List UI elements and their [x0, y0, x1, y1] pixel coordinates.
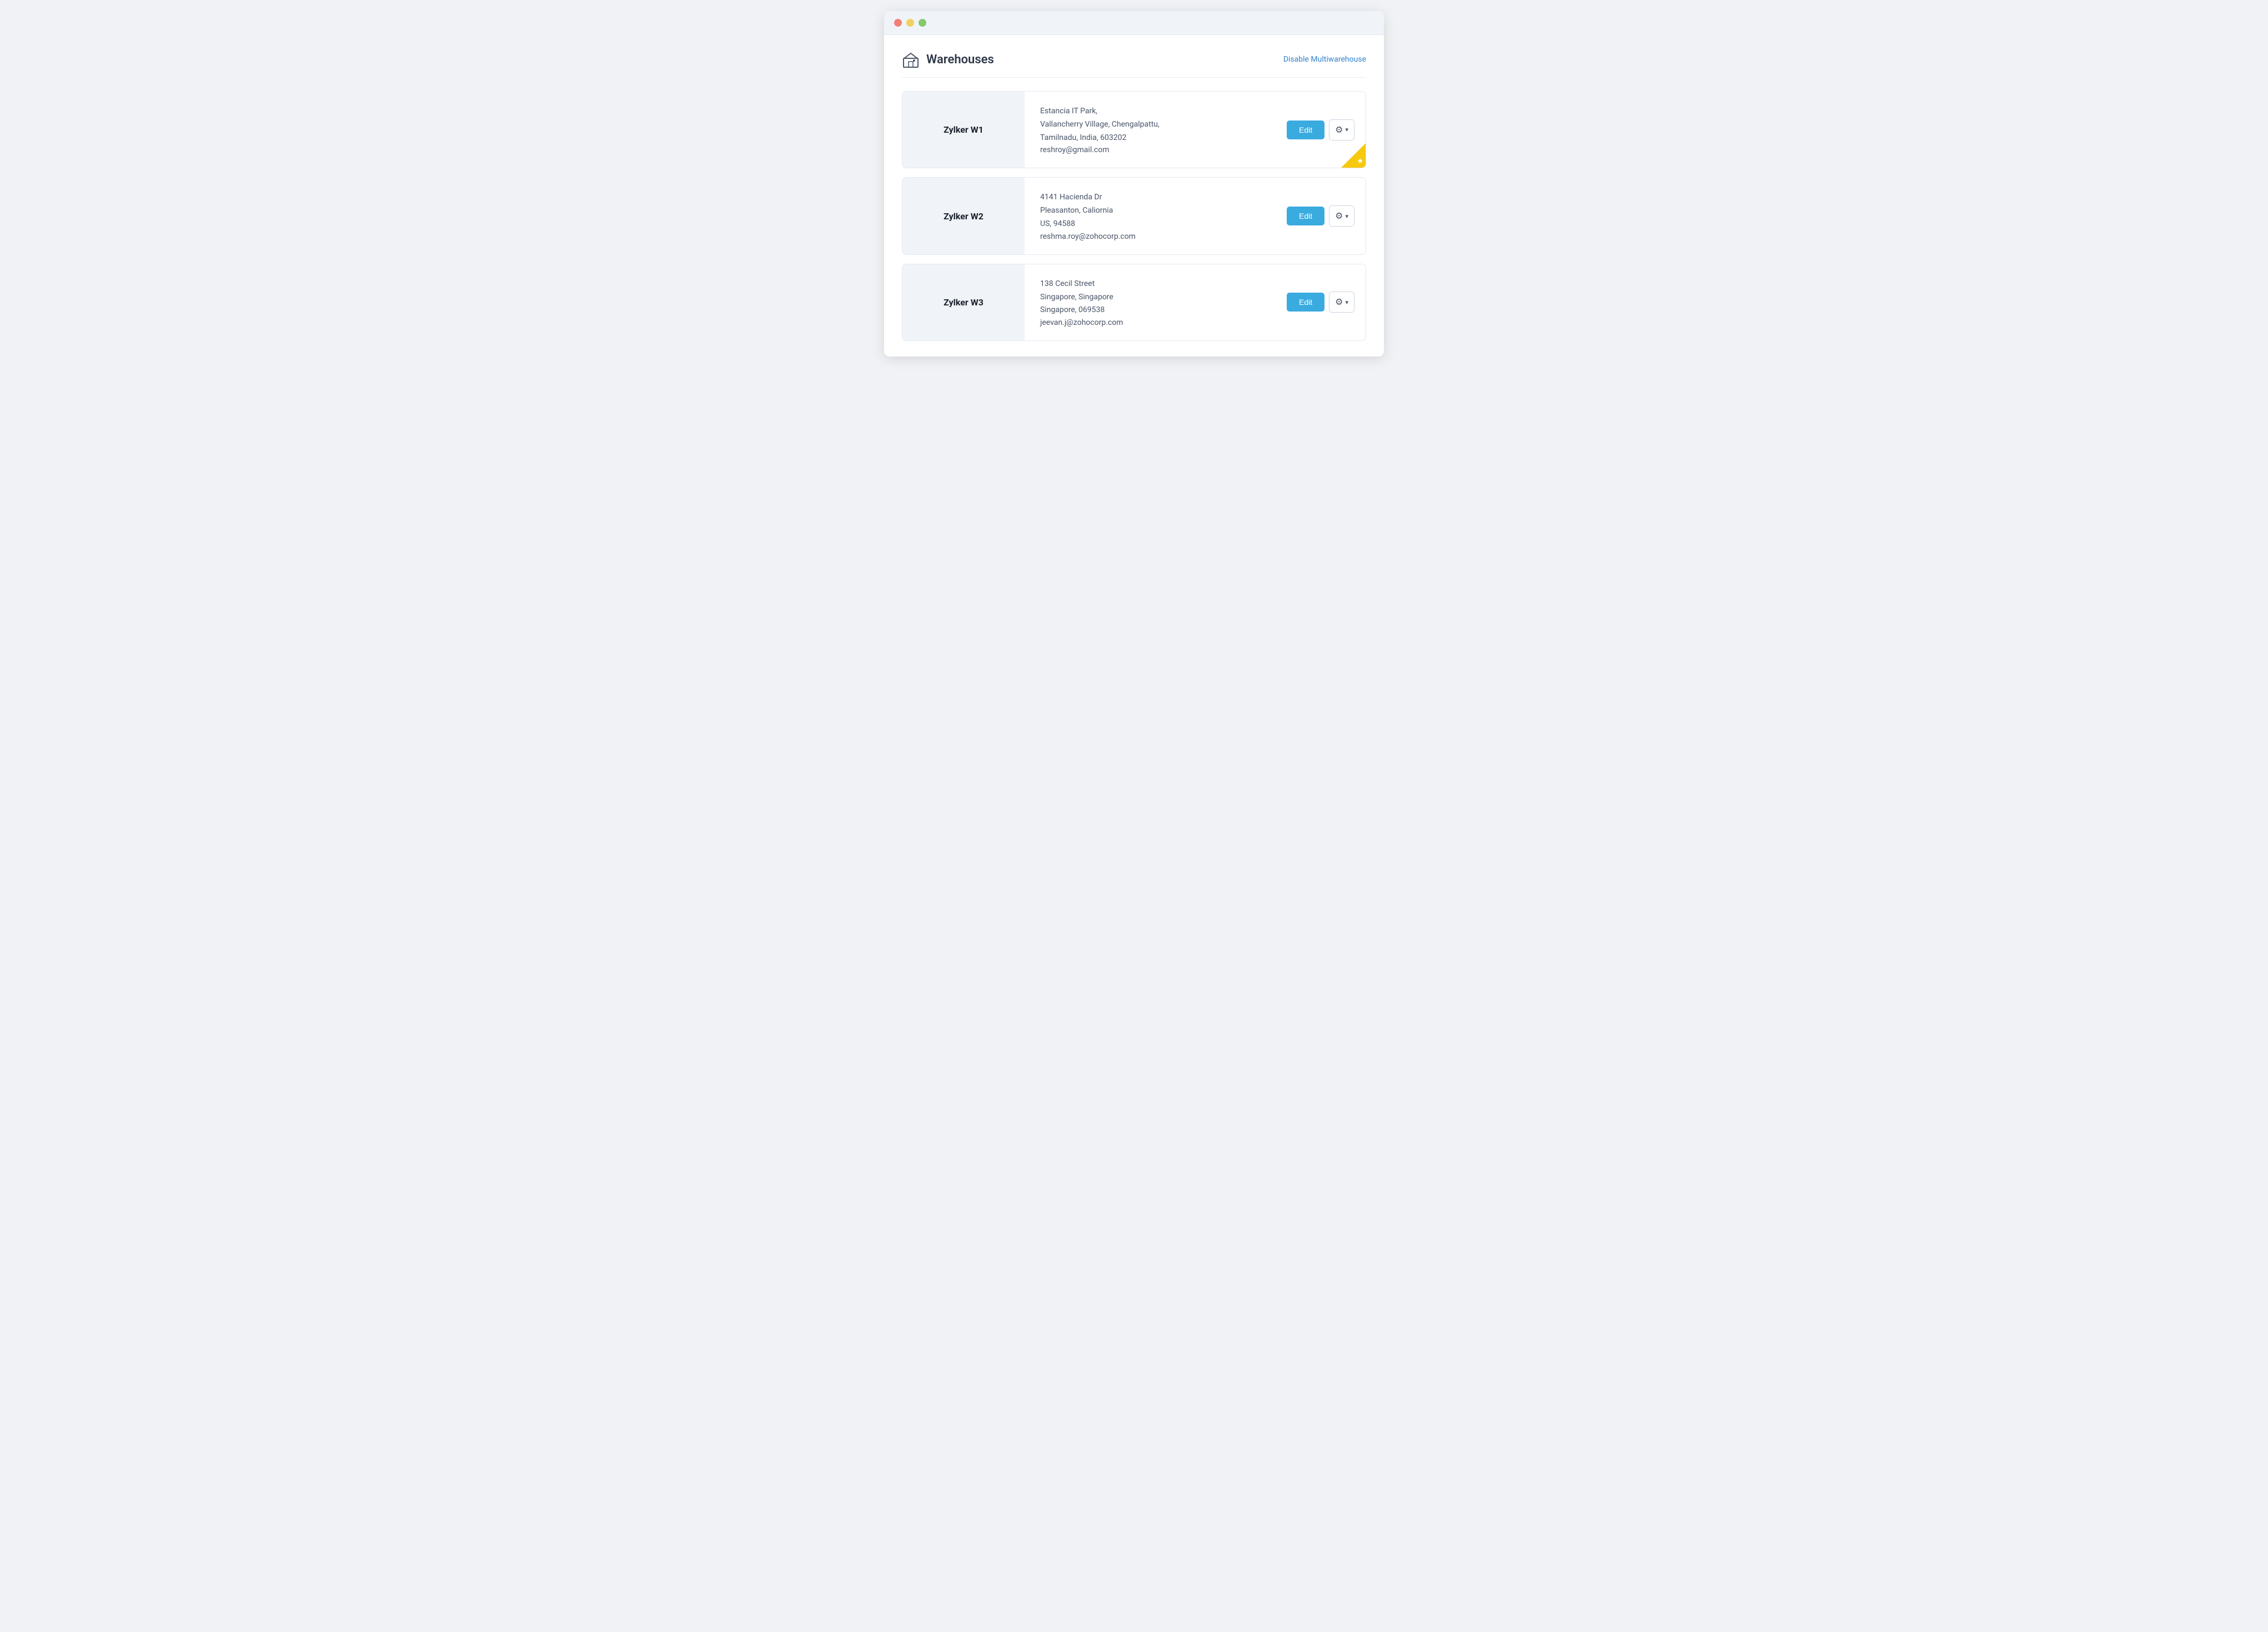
- minimize-dot[interactable]: [906, 19, 914, 27]
- warehouse-address: 138 Cecil Street Singapore, Singapore Si…: [1040, 278, 1260, 317]
- warehouse-name-panel: Zylker W2: [902, 178, 1025, 254]
- warehouse-name: Zylker W3: [944, 297, 984, 308]
- gear-icon: ⚙: [1335, 124, 1343, 135]
- warehouse-actions: Edit ⚙ ▾: [1276, 264, 1366, 340]
- chevron-down-icon: ▾: [1345, 126, 1348, 133]
- warehouse-address: Estancia IT Park, Vallancherry Village, …: [1040, 105, 1260, 144]
- settings-button[interactable]: ⚙ ▾: [1329, 292, 1354, 313]
- settings-button[interactable]: ⚙ ▾: [1329, 119, 1354, 140]
- maximize-dot[interactable]: [919, 19, 926, 27]
- gear-icon: ⚙: [1335, 297, 1343, 308]
- warehouse-details: 138 Cecil Street Singapore, Singapore Si…: [1025, 264, 1276, 340]
- warehouse-name-panel: Zylker W1: [902, 92, 1025, 168]
- page-title: Warehouses: [926, 53, 994, 67]
- primary-star-icon: ★: [1357, 157, 1363, 165]
- warehouse-name: Zylker W2: [944, 211, 984, 222]
- warehouse-email: reshma.roy@zohocorp.com: [1040, 232, 1260, 241]
- chevron-down-icon: ▾: [1345, 213, 1348, 220]
- warehouse-details: Estancia IT Park, Vallancherry Village, …: [1025, 92, 1276, 168]
- close-dot[interactable]: [894, 19, 902, 27]
- warehouse-name-panel: Zylker W3: [902, 264, 1025, 340]
- edit-button[interactable]: Edit: [1287, 207, 1324, 225]
- warehouse-card: Zylker W2 4141 Hacienda Dr Pleasanton, C…: [902, 177, 1366, 254]
- warehouse-email: reshroy@gmail.com: [1040, 145, 1260, 154]
- warehouse-address: 4141 Hacienda Dr Pleasanton, Caliornia U…: [1040, 191, 1260, 230]
- warehouse-details: 4141 Hacienda Dr Pleasanton, Caliornia U…: [1025, 178, 1276, 254]
- settings-button[interactable]: ⚙ ▾: [1329, 205, 1354, 227]
- warehouse-card: Zylker W3 138 Cecil Street Singapore, Si…: [902, 264, 1366, 341]
- warehouse-icon: [902, 51, 920, 68]
- gear-icon: ⚙: [1335, 210, 1343, 222]
- disable-multiwarehouse-link[interactable]: Disable Multiwarehouse: [1283, 55, 1366, 64]
- page-header: Warehouses Disable Multiwarehouse: [902, 51, 1366, 78]
- warehouse-actions: Edit ⚙ ▾: [1276, 178, 1366, 254]
- edit-button[interactable]: Edit: [1287, 120, 1324, 139]
- warehouse-card: Zylker W1 Estancia IT Park, Vallancherry…: [902, 91, 1366, 168]
- app-window: Warehouses Disable Multiwarehouse Zylker…: [884, 11, 1384, 356]
- warehouse-email: jeevan.j@zohocorp.com: [1040, 318, 1260, 327]
- title-group: Warehouses: [902, 51, 994, 68]
- title-bar: [884, 11, 1384, 35]
- chevron-down-icon: ▾: [1345, 299, 1348, 306]
- warehouse-name: Zylker W1: [944, 124, 984, 135]
- edit-button[interactable]: Edit: [1287, 293, 1324, 312]
- page-content: Warehouses Disable Multiwarehouse Zylker…: [884, 35, 1384, 356]
- warehouse-list: Zylker W1 Estancia IT Park, Vallancherry…: [902, 91, 1366, 341]
